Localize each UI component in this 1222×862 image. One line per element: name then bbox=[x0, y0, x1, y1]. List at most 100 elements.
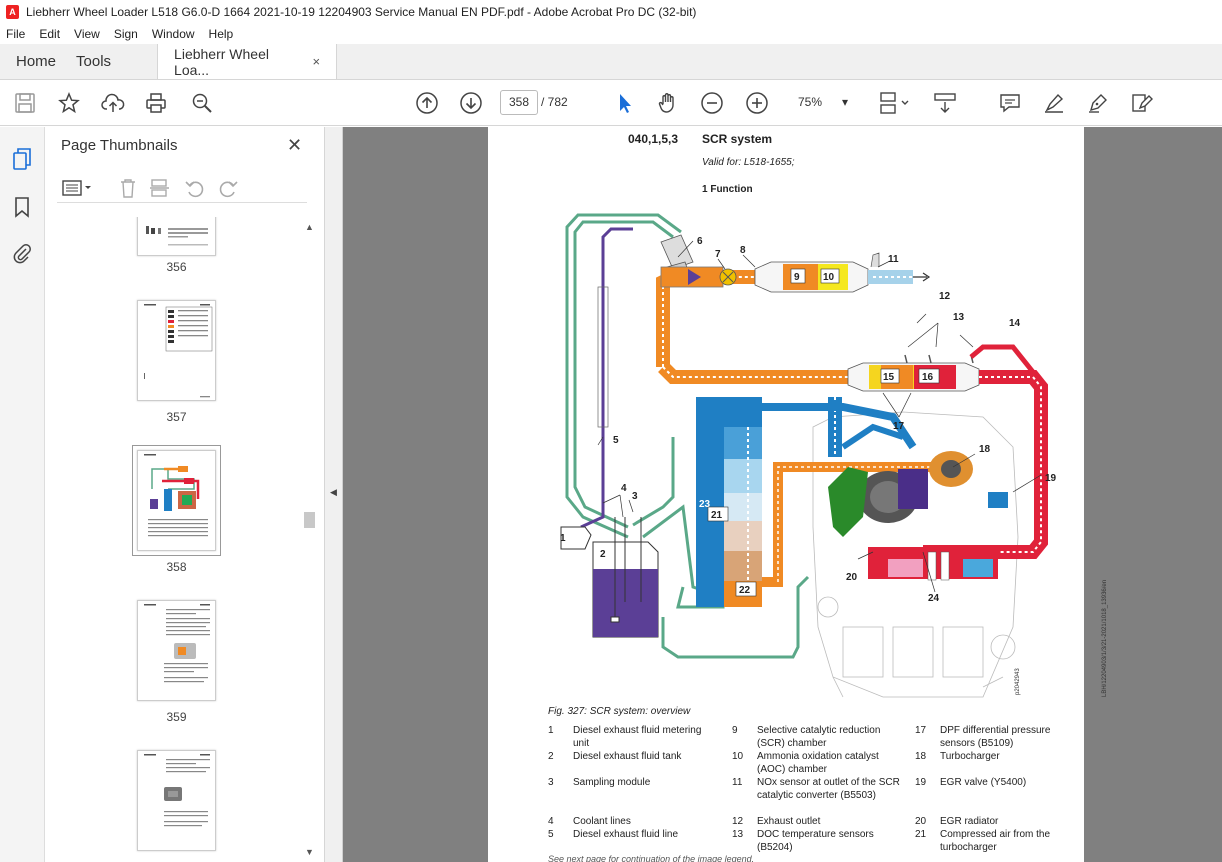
legend-item: 2 Diesel exhaust fluid tank bbox=[548, 751, 682, 762]
bookmark-icon[interactable] bbox=[10, 195, 34, 219]
menu-file[interactable]: File bbox=[6, 27, 25, 41]
diagram-label: 1 bbox=[560, 533, 566, 544]
acrobat-icon: A bbox=[6, 5, 19, 19]
zoom-in-icon[interactable] bbox=[745, 91, 769, 115]
tab-bar: Home Tools Liebherr Wheel Loa... × bbox=[0, 44, 1222, 80]
scroll-up-icon[interactable]: ▲ bbox=[305, 222, 314, 232]
section-number: 040,1,5,3 bbox=[628, 132, 679, 146]
rotate-right-icon[interactable] bbox=[217, 177, 239, 202]
legend-item: 19 EGR valve (Y5400) bbox=[915, 777, 1027, 788]
bookmark-star-icon[interactable] bbox=[57, 91, 81, 115]
menu-window[interactable]: Window bbox=[152, 27, 195, 41]
thumbnail-list: 356 357 358 359 bbox=[45, 217, 320, 862]
previous-page-icon[interactable] bbox=[415, 91, 439, 115]
scroll-mode-icon[interactable] bbox=[933, 91, 957, 115]
upload-cloud-icon[interactable] bbox=[101, 91, 125, 115]
legend-item: 11 NOx sensor at outlet of the SCR cataly… bbox=[732, 777, 900, 801]
legend-item: 3 Sampling module bbox=[548, 777, 651, 788]
diagram-label: 9 bbox=[794, 272, 800, 283]
diagram-label: 4 bbox=[621, 483, 627, 494]
page-total: / 782 bbox=[541, 95, 568, 109]
window-title: Liebherr Wheel Loader L518 G6.0-D 1664 2… bbox=[26, 5, 697, 19]
main-toolbar: 358 / 782 75% ▾ bbox=[0, 80, 1222, 126]
thumbnail-label: 356 bbox=[166, 260, 187, 274]
def-tank bbox=[592, 517, 659, 638]
save-icon[interactable] bbox=[13, 91, 37, 115]
diagram-label: 6 bbox=[697, 236, 703, 247]
close-panel-icon[interactable]: ✕ bbox=[287, 135, 302, 156]
pdf-page: 040,1,5,3 SCR system Valid for: L518-165… bbox=[488, 127, 1108, 862]
close-tab-icon[interactable]: × bbox=[312, 54, 320, 69]
collapse-arrow-icon[interactable]: ◀ bbox=[330, 487, 337, 498]
scroll-down-icon[interactable]: ▼ bbox=[305, 847, 314, 857]
attachment-icon[interactable] bbox=[10, 241, 34, 265]
document-viewer[interactable]: 040,1,5,3 SCR system Valid for: L518-165… bbox=[343, 127, 1222, 862]
zoom-value: 75% bbox=[798, 95, 823, 109]
diagram-label: 16 bbox=[922, 372, 934, 383]
thumbnail-page[interactable] bbox=[137, 217, 216, 256]
menu-help[interactable]: Help bbox=[209, 27, 234, 41]
legend-item: 18 Turbocharger bbox=[915, 751, 1000, 762]
zoom-out-icon[interactable] bbox=[700, 91, 724, 115]
window-titlebar: A Liebherr Wheel Loader L518 G6.0-D 1664… bbox=[0, 0, 1222, 24]
diagram-label: 14 bbox=[1009, 318, 1021, 329]
thumbnails-panel: Page Thumbnails ✕ 356 357 358 359 ▲ ▼ bbox=[45, 127, 325, 862]
legend-item: 20 EGR radiator bbox=[915, 816, 999, 827]
panel-toolbar bbox=[57, 175, 307, 203]
next-page-icon[interactable] bbox=[459, 91, 483, 115]
figure-code: LBH/12204903/1/3/21-2021/1018_13936/en bbox=[1102, 579, 1108, 697]
hand-tool-icon[interactable] bbox=[656, 91, 680, 115]
diagram-label: 21 bbox=[711, 510, 723, 521]
scr-canister bbox=[754, 261, 869, 293]
diagram-label: 10 bbox=[823, 272, 835, 283]
chevron-down-icon: ▾ bbox=[841, 95, 848, 109]
legend-item: 12 Exhaust outlet bbox=[732, 816, 821, 827]
extract-page-icon[interactable] bbox=[149, 177, 171, 202]
thumbnail-page[interactable] bbox=[137, 300, 216, 401]
thumbnail-page[interactable] bbox=[137, 600, 216, 701]
page-number-input[interactable]: 358 bbox=[500, 90, 538, 115]
left-rail bbox=[0, 127, 45, 862]
diagram-label: 19 bbox=[1045, 473, 1057, 484]
tab-document[interactable]: Liebherr Wheel Loa... × bbox=[157, 44, 338, 79]
figure-id: p2042943 bbox=[1015, 668, 1021, 695]
comment-icon[interactable] bbox=[998, 91, 1022, 115]
draw-pen-icon[interactable] bbox=[1086, 91, 1110, 115]
rotate-left-icon[interactable] bbox=[184, 177, 206, 202]
select-cursor-icon[interactable] bbox=[613, 91, 637, 115]
edit-pdf-icon[interactable] bbox=[1130, 91, 1154, 115]
diagram-label: 18 bbox=[979, 444, 991, 455]
figure-caption: Fig. 327: SCR system: overview bbox=[548, 706, 691, 717]
print-icon[interactable] bbox=[144, 91, 168, 115]
thumbnail-label: 359 bbox=[166, 710, 187, 724]
diagram-label: 23 bbox=[699, 499, 711, 510]
diagram-label: 12 bbox=[939, 291, 951, 302]
zoom-select[interactable]: 75% ▾ bbox=[792, 90, 854, 115]
tab-document-label: Liebherr Wheel Loa... bbox=[174, 45, 269, 78]
diagram-label: 8 bbox=[740, 245, 746, 256]
thumbnail-scrollbar[interactable]: ▲ ▼ bbox=[303, 222, 315, 862]
page-fit-icon[interactable] bbox=[878, 91, 912, 115]
diagram-label: 13 bbox=[953, 312, 965, 323]
menu-view[interactable]: View bbox=[74, 27, 100, 41]
thumbnail-options-icon[interactable] bbox=[61, 177, 95, 202]
menu-sign[interactable]: Sign bbox=[114, 27, 138, 41]
legend-item: 21 Compressed air from the turbocharger bbox=[915, 829, 1051, 853]
highlight-pen-icon[interactable] bbox=[1042, 91, 1066, 115]
diagram-label: 15 bbox=[883, 372, 895, 383]
legend-item: 1 Diesel exhaust fluid metering unit bbox=[548, 725, 702, 749]
thumbnail-page[interactable] bbox=[137, 750, 216, 851]
thumbnail-page-current[interactable] bbox=[132, 445, 221, 556]
legend-item: 5 Diesel exhaust fluid line bbox=[548, 829, 679, 840]
scroll-thumb[interactable] bbox=[304, 512, 315, 528]
menu-edit[interactable]: Edit bbox=[39, 27, 60, 41]
tab-home[interactable]: Home bbox=[0, 44, 72, 79]
tab-tools[interactable]: Tools bbox=[72, 44, 127, 79]
menu-bar: File Edit View Sign Window Help bbox=[0, 24, 1222, 44]
delete-page-icon[interactable] bbox=[117, 177, 139, 202]
zoom-search-icon[interactable] bbox=[190, 91, 214, 115]
egr-valve bbox=[988, 492, 1008, 508]
panel-collapse-strip[interactable]: ◀ bbox=[325, 127, 343, 862]
page-thumbnails-icon[interactable] bbox=[10, 147, 34, 171]
diagram-label: 2 bbox=[600, 549, 606, 560]
